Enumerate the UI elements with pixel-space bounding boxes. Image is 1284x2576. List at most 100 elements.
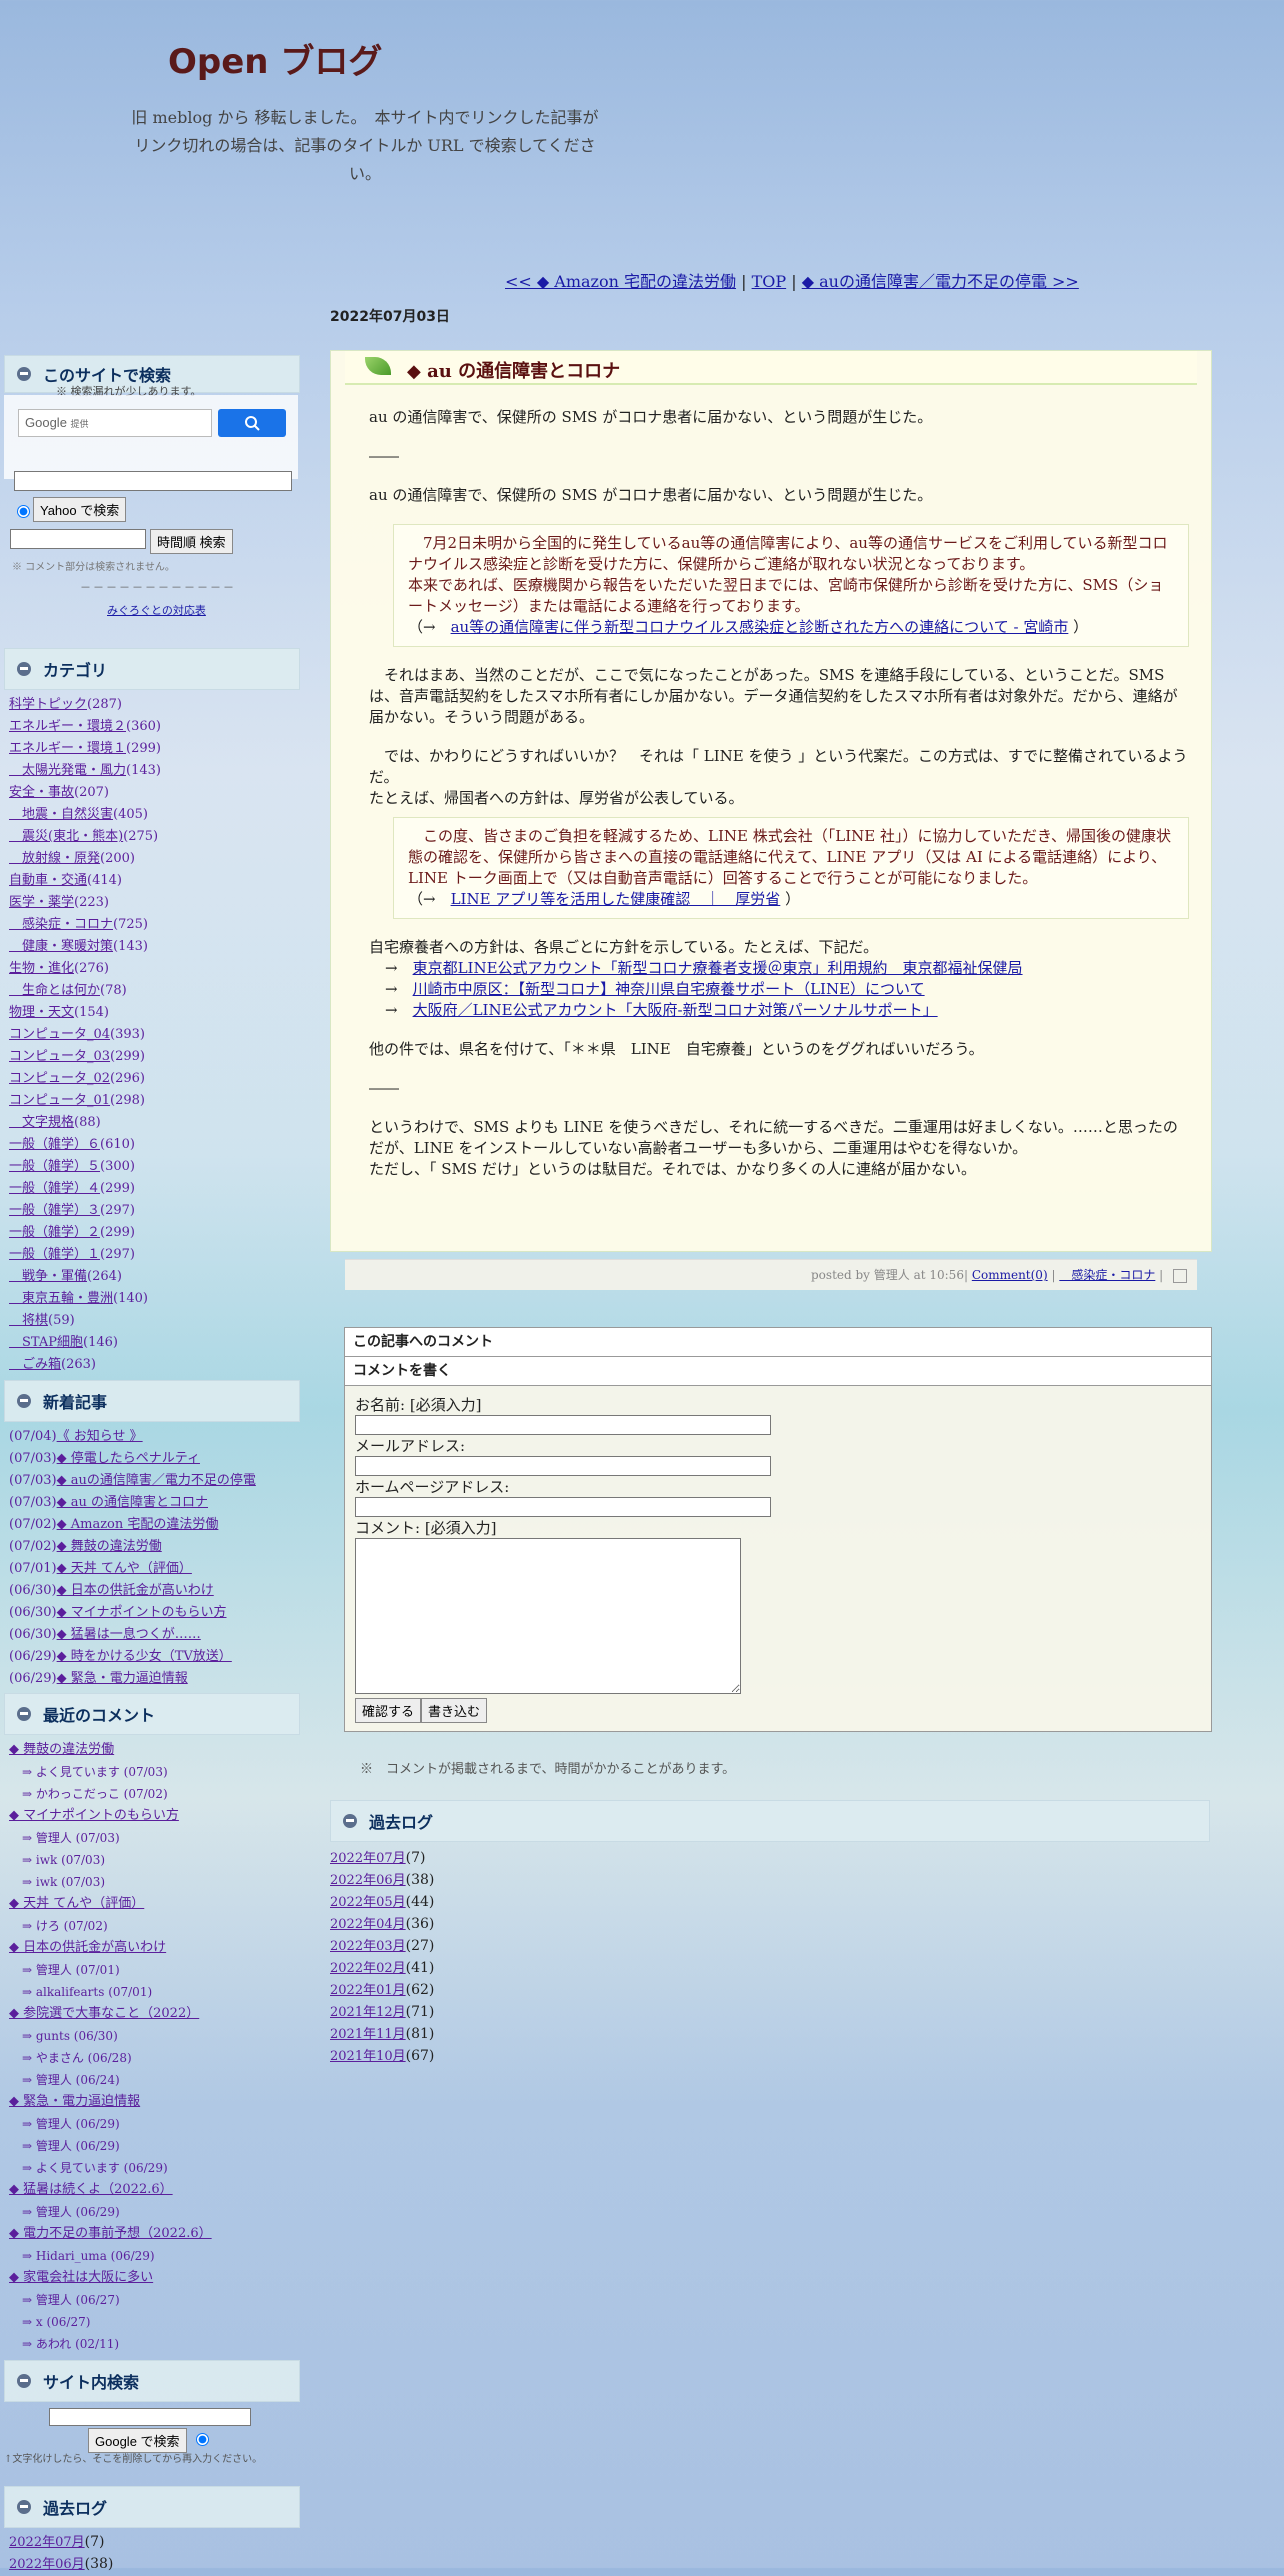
comment-entry[interactable]: ⇒ 管理人 (06/27) (22, 2289, 300, 2311)
archive-link[interactable]: 2022年01月 (330, 1983, 406, 1998)
category-link[interactable]: 自動車・交通 (9, 873, 87, 888)
category-link[interactable]: 物理・天文 (9, 1005, 74, 1020)
category-link[interactable]: コンピュータ_02 (9, 1071, 110, 1086)
category-link[interactable]: 一般（雑学）１ (9, 1247, 100, 1262)
comment-article-link[interactable]: ◆ 天丼 てんや（評価） (9, 1896, 144, 1911)
time-search-input[interactable] (10, 529, 146, 549)
comment-entry[interactable]: ⇒ gunts (06/30) (22, 2025, 300, 2047)
next-article-link[interactable]: ◆ auの通信障害／電力不足の停電 >> (802, 272, 1079, 291)
prev-article-link[interactable]: << ◆ Amazon 宅配の違法労働 (505, 272, 736, 291)
prefecture-link[interactable]: 大阪府／LINE公式アカウント「大阪府-新型コロナ対策パーソナルサポート」 (413, 1001, 938, 1019)
comment-entry[interactable]: ⇒ 管理人 (07/03) (22, 1827, 300, 1849)
category-link[interactable]: 健康・寒暖対策 (9, 939, 113, 954)
comment-article-link[interactable]: ◆ 家電会社は大阪に多い (9, 2270, 153, 2285)
comment-article-link[interactable]: ◆ 舞鼓の違法労働 (9, 1742, 114, 1757)
email-field[interactable] (355, 1456, 771, 1476)
yahoo-search-input[interactable] (14, 471, 292, 491)
category-link[interactable]: 一般（雑学）２ (9, 1225, 100, 1240)
recent-link[interactable]: ◆ 緊急・電力逼迫情報 (57, 1671, 188, 1686)
comment-entry[interactable]: ⇒ Hidari_uma (06/29) (22, 2245, 300, 2267)
top-link[interactable]: TOP (752, 272, 787, 291)
archive-link[interactable]: 2022年07月 (9, 2535, 85, 2550)
comment-entry[interactable]: ⇒ けろ (07/02) (22, 1915, 300, 1937)
recent-link[interactable]: ◆ Amazon 宅配の違法労働 (57, 1517, 219, 1532)
category-link[interactable]: 一般（雑学）３ (9, 1203, 100, 1218)
comment-article-link[interactable]: ◆ 日本の供託金が高いわけ (9, 1940, 166, 1955)
category-link[interactable]: 地震・自然災害 (9, 807, 113, 822)
comment-entry[interactable]: ⇒ あわれ (02/11) (22, 2333, 300, 2355)
archive-link[interactable]: 2021年12月 (330, 2005, 406, 2020)
comment-entry[interactable]: ⇒ 管理人 (06/29) (22, 2113, 300, 2135)
category-link[interactable]: 震災(東北・熊本) (9, 829, 123, 844)
recent-link[interactable]: ◆ 舞鼓の違法労働 (57, 1539, 162, 1554)
comment-article-link[interactable]: ◆ 参院選で大事なこと（2022） (9, 2006, 199, 2021)
category-link[interactable]: 一般（雑学）５ (9, 1159, 100, 1174)
category-link[interactable]: 文字規格 (9, 1115, 74, 1130)
category-link[interactable]: 生命とは何か (9, 983, 100, 998)
comment-article-link[interactable]: ◆ 猛暑は続くよ（2022.6） (9, 2182, 173, 2197)
category-link[interactable]: 科学トピック (9, 697, 87, 712)
recent-link[interactable]: ◆ マイナポイントのもらい方 (57, 1605, 227, 1620)
recent-link[interactable]: ◆ 猛暑は一息つくが…… (57, 1627, 201, 1642)
share-icon[interactable] (1173, 1268, 1187, 1283)
archive-link[interactable]: 2022年02月 (330, 1961, 406, 1976)
comment-entry[interactable]: ⇒ やまさん (06/28) (22, 2047, 300, 2069)
category-link[interactable]: ごみ箱 (9, 1357, 61, 1372)
archive-link[interactable]: 2022年06月 (330, 1873, 406, 1888)
homepage-field[interactable] (355, 1497, 771, 1517)
yahoo-radio[interactable] (17, 504, 30, 518)
category-link[interactable]: コンピュータ_04 (9, 1027, 110, 1042)
comment-entry[interactable]: ⇒ iwk (07/03) (22, 1849, 300, 1871)
comment-article-link[interactable]: ◆ 緊急・電力逼迫情報 (9, 2094, 140, 2109)
comment-article-link[interactable]: ◆ マイナポイントのもらい方 (9, 1808, 179, 1823)
site-search-radio[interactable] (196, 2433, 209, 2446)
comment-entry[interactable]: ⇒ 管理人 (07/01) (22, 1959, 300, 1981)
mapping-table-link[interactable]: みぐろぐとの対応表 (107, 602, 206, 618)
prefecture-link[interactable]: 東京都LINE公式アカウント「新型コロナ療養者支援＠東京」利用規約 東京都福祉保… (413, 959, 1023, 977)
recent-link[interactable]: ◆ 時をかける少女（TV放送） (57, 1649, 232, 1664)
recent-link[interactable]: ◆ 天丼 てんや（評価） (57, 1561, 192, 1576)
category-link[interactable]: 戦争・軍備 (9, 1269, 87, 1284)
archive-link[interactable]: 2022年06月 (9, 2557, 85, 2572)
prefecture-link[interactable]: 川崎市中原区：【新型コロナ】神奈川県自宅療養サポート（LINE）について (413, 980, 925, 998)
recent-link[interactable]: ◆ auの通信障害／電力不足の停電 (57, 1473, 256, 1488)
confirm-button[interactable]: 確認する (355, 1698, 422, 1723)
miyazaki-link[interactable]: au等の通信障害に伴う新型コロナウイルス感染症と診断された方への連絡について -… (451, 618, 1069, 636)
comment-entry[interactable]: ⇒ 管理人 (06/24) (22, 2069, 300, 2091)
recent-link[interactable]: ◆ 停電したらペナルティ (57, 1451, 200, 1466)
mhlw-link[interactable]: LINE アプリ等を活用した健康確認 ｜ 厚労省 (451, 890, 781, 908)
category-link[interactable]: 感染症・コロナ (1059, 1268, 1155, 1282)
archive-link[interactable]: 2022年04月 (330, 1917, 406, 1932)
category-link[interactable]: コンピュータ_01 (9, 1093, 110, 1108)
category-link[interactable]: 生物・進化 (9, 961, 74, 976)
comment-entry[interactable]: ⇒ よく見ています (07/03) (22, 1761, 300, 1783)
comment-entry[interactable]: ⇒ x (06/27) (22, 2311, 300, 2333)
archive-link[interactable]: 2022年05月 (330, 1895, 406, 1910)
submit-button[interactable]: 書き込む (421, 1698, 488, 1723)
archive-link[interactable]: 2021年10月 (330, 2049, 406, 2064)
recent-link[interactable]: ◆ 日本の供託金が高いわけ (57, 1583, 214, 1598)
name-field[interactable] (355, 1415, 771, 1435)
comment-entry[interactable]: ⇒ 管理人 (06/29) (22, 2201, 300, 2223)
category-link[interactable]: 安全・事故 (9, 785, 74, 800)
category-link[interactable]: 放射線・原発 (9, 851, 100, 866)
comment-article-link[interactable]: ◆ 電力不足の事前予想（2022.6） (9, 2226, 212, 2241)
category-link[interactable]: 将棋 (9, 1313, 48, 1328)
category-link[interactable]: コンピュータ_03 (9, 1049, 110, 1064)
category-link[interactable]: 医学・薬学 (9, 895, 74, 910)
site-title[interactable]: Open ブログ (168, 34, 382, 83)
comment-entry[interactable]: ⇒ 管理人 (06/29) (22, 2135, 300, 2157)
category-link[interactable]: 太陽光発電・風力 (9, 763, 126, 778)
category-link[interactable]: エネルギー・環境１ (9, 741, 126, 756)
category-link[interactable]: 感染症・コロナ (9, 917, 113, 932)
comment-entry[interactable]: ⇒ iwk (07/03) (22, 1871, 300, 1893)
comment-entry[interactable]: ⇒ alkalifearts (07/01) (22, 1981, 300, 2003)
category-link[interactable]: 一般（雑学）４ (9, 1181, 100, 1196)
time-search-button[interactable]: 時間順 検索 (150, 529, 233, 554)
google-search-button[interactable] (218, 409, 286, 437)
category-link[interactable]: 一般（雑学）６ (9, 1137, 100, 1152)
recent-link[interactable]: ◆ au の通信障害とコロナ (57, 1495, 208, 1510)
archive-link[interactable]: 2022年03月 (330, 1939, 406, 1954)
yahoo-search-button[interactable]: Yahoo で検索 (33, 497, 127, 522)
category-link[interactable]: 東京五輪・豊洲 (9, 1291, 113, 1306)
